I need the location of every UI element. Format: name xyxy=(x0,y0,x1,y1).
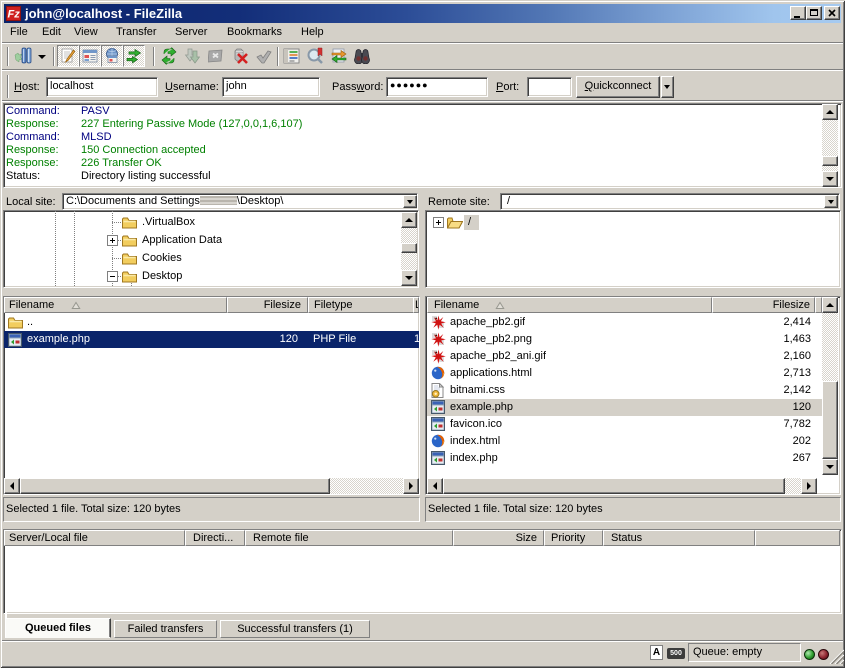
svg-text:Fz: Fz xyxy=(8,9,21,21)
